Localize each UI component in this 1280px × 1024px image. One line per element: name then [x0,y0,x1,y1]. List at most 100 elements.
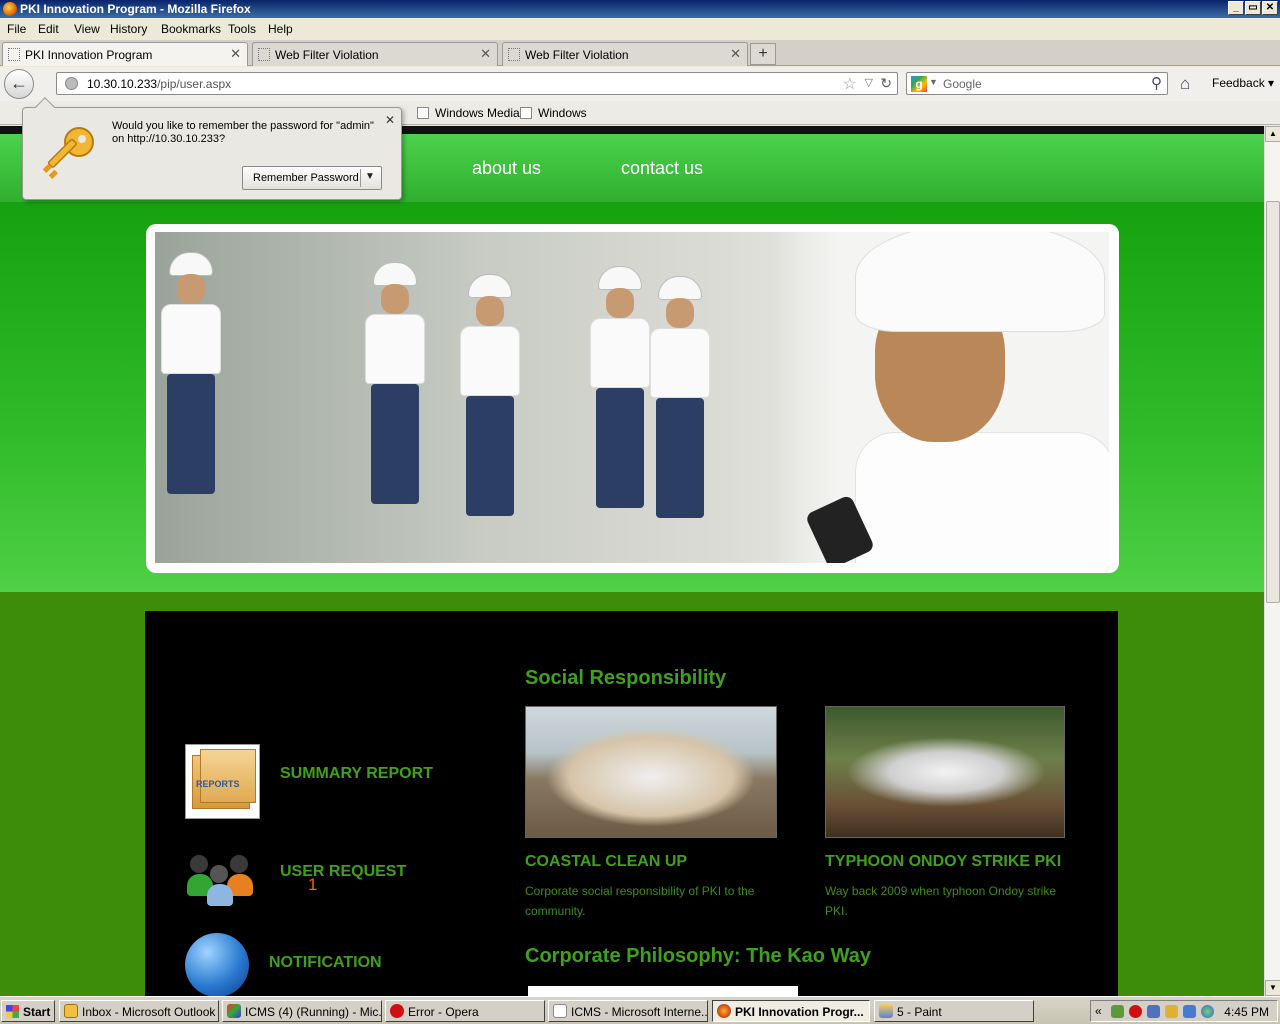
typhoon-ondoy-text: Way back 2009 when typhoon Ondoy strike … [825,884,1057,918]
tray-expand-button[interactable]: « [1095,1004,1102,1018]
password-prompt-message: Would you like to remember the password … [112,120,374,145]
vpn-icon[interactable] [1147,1005,1160,1018]
user-request-link[interactable]: USER REQUEST [280,863,406,881]
back-button[interactable]: ← [4,69,34,99]
tab-web-filter-1[interactable]: Web Filter Violation ✕ [252,42,498,66]
menu-tools[interactable]: Tools [228,22,256,36]
paint-icon [879,1004,893,1018]
key-icon [42,127,94,179]
tab-label: Web Filter Violation [525,48,629,62]
remember-password-button[interactable]: Remember Password ▼ [242,166,382,190]
close-tab-icon[interactable]: ✕ [230,46,241,62]
vertical-scrollbar[interactable]: ▲ ▼ [1264,126,1280,996]
corporate-philosophy-title: Corporate Philosophy: The Kao Way [525,945,871,967]
close-window-button[interactable]: ✕ [1262,1,1278,15]
restore-button[interactable]: ▭ [1245,1,1261,15]
nav-about-us[interactable]: about us [472,158,541,179]
notification-link[interactable]: NOTIFICATION [269,954,382,972]
reports-folder-icon[interactable]: REPORTS [185,744,260,819]
menu-bookmarks[interactable]: Bookmarks [161,22,221,36]
windows-logo-icon [6,1005,19,1018]
nav-contact-us[interactable]: contact us [621,158,703,179]
taskbar-item-label: PKI Innovation Progr... [735,1005,864,1019]
taskbar-item-opera[interactable]: Error - Opera [385,1000,545,1022]
page-content: about us contact us REPORTS SUMMARY REPO… [0,126,1264,996]
opera-icon [390,1004,404,1018]
outlook-tray-icon[interactable] [1165,1005,1178,1018]
runner-figure [365,262,425,510]
tab-bar: PKI Innovation Program ✕ Web Filter Viol… [0,40,1280,66]
navigation-toolbar: ← 10.30.10.233/pip/user.aspx ☆ ▽ ↻ g ▼ G… [0,67,1280,101]
history-dropdown-icon[interactable]: ▽ [865,76,873,89]
feedback-button[interactable]: Feedback ▾ [1212,76,1274,90]
clock[interactable]: 4:45 PM [1224,1005,1269,1019]
search-box[interactable]: g ▼ Google ⚲ [906,72,1168,95]
search-icon[interactable]: ⚲ [1151,74,1162,92]
content-panel: REPORTS SUMMARY REPORT USER REQUEST 1 NO… [145,611,1118,996]
remember-password-label: Remember Password [253,172,359,184]
start-button[interactable]: Start [1,1000,55,1022]
summary-report-link[interactable]: SUMMARY REPORT [280,765,433,783]
menu-history[interactable]: History [110,22,147,36]
typhoon-ondoy-title[interactable]: TYPHOON ONDOY STRIKE PKI [825,853,1061,871]
google-engine-icon[interactable]: g [911,76,927,92]
runner-figure [650,276,710,524]
new-tab-button[interactable]: + [750,43,776,65]
bookmark-folder-icon [417,107,429,119]
document-icon [553,1004,567,1018]
taskbar-item-icms-running[interactable]: ICMS (4) (Running) - Mic... [222,1000,382,1022]
tab-label: PKI Innovation Program [25,48,153,62]
opera-tray-icon[interactable] [1129,1005,1142,1018]
menu-help[interactable]: Help [268,22,293,36]
menu-file[interactable]: File [7,22,26,36]
close-tab-icon[interactable]: ✕ [480,46,491,62]
home-icon[interactable]: ⌂ [1180,74,1190,94]
coastal-cleanup-text: Corporate social responsibility of PKI t… [525,884,755,918]
firefox-icon [717,1004,731,1018]
coastal-cleanup-photo[interactable] [525,706,777,838]
menu-edit[interactable]: Edit [38,22,59,36]
taskbar-item-label: Error - Opera [408,1005,479,1019]
password-options-dropdown-icon[interactable]: ▼ [365,171,375,182]
typhoon-ondoy-photo[interactable] [825,706,1065,838]
tab-web-filter-2[interactable]: Web Filter Violation ✕ [502,42,748,66]
scroll-down-button[interactable]: ▼ [1265,980,1280,996]
engine-dropdown-icon[interactable]: ▼ [929,77,938,87]
taskbar-item-firefox[interactable]: PKI Innovation Progr... [712,1000,870,1022]
url-bar[interactable]: 10.30.10.233/pip/user.aspx ☆ ▽ ↻ [56,72,898,95]
taskbar-item-outlook[interactable]: Inbox - Microsoft Outlook [59,1000,219,1022]
taskbar-item-paint[interactable]: 5 - Paint [874,1000,1034,1022]
social-responsibility-title: Social Responsibility [525,667,727,689]
bookmark-windows-media[interactable]: Windows Media [417,106,520,120]
tab-label: Web Filter Violation [275,48,379,62]
minimize-button[interactable]: _ [1228,1,1244,15]
reports-icon-text: REPORTS [196,779,240,789]
network-icon[interactable] [1111,1005,1124,1018]
taskbar-item-label: ICMS (4) (Running) - Mic... [245,1005,382,1019]
menu-view[interactable]: View [74,22,100,36]
user-request-count[interactable]: 1 [308,875,317,895]
start-label: Start [23,1005,51,1019]
bookmark-star-icon[interactable]: ☆ [843,74,857,94]
runner-figure [161,252,221,500]
bookmark-folder-icon [520,107,532,119]
bookmark-windows[interactable]: Windows [520,106,587,120]
monitor-icon[interactable] [1183,1005,1196,1018]
taskbar-item-icms-ie[interactable]: ICMS - Microsoft Interne... [548,1000,708,1022]
globe-icon[interactable] [185,933,249,996]
users-icon[interactable] [187,851,257,913]
bookmark-label: Windows Media [435,106,520,120]
globe-tray-icon[interactable] [1201,1005,1214,1018]
button-separator [360,169,361,187]
tab-pki-innovation[interactable]: PKI Innovation Program ✕ [2,42,248,66]
philosophy-media-frame [528,986,798,996]
reload-icon[interactable]: ↻ [880,75,892,92]
scroll-thumb[interactable] [1266,201,1280,603]
close-tab-icon[interactable]: ✕ [730,46,741,62]
page-icon [258,48,270,61]
coastal-cleanup-title[interactable]: COASTAL CLEAN UP [525,853,687,871]
scroll-up-button[interactable]: ▲ [1265,126,1280,142]
site-identity-icon[interactable] [65,77,78,90]
close-popup-icon[interactable]: ✕ [385,113,395,127]
url-host: 10.30.10.233 [87,77,158,91]
